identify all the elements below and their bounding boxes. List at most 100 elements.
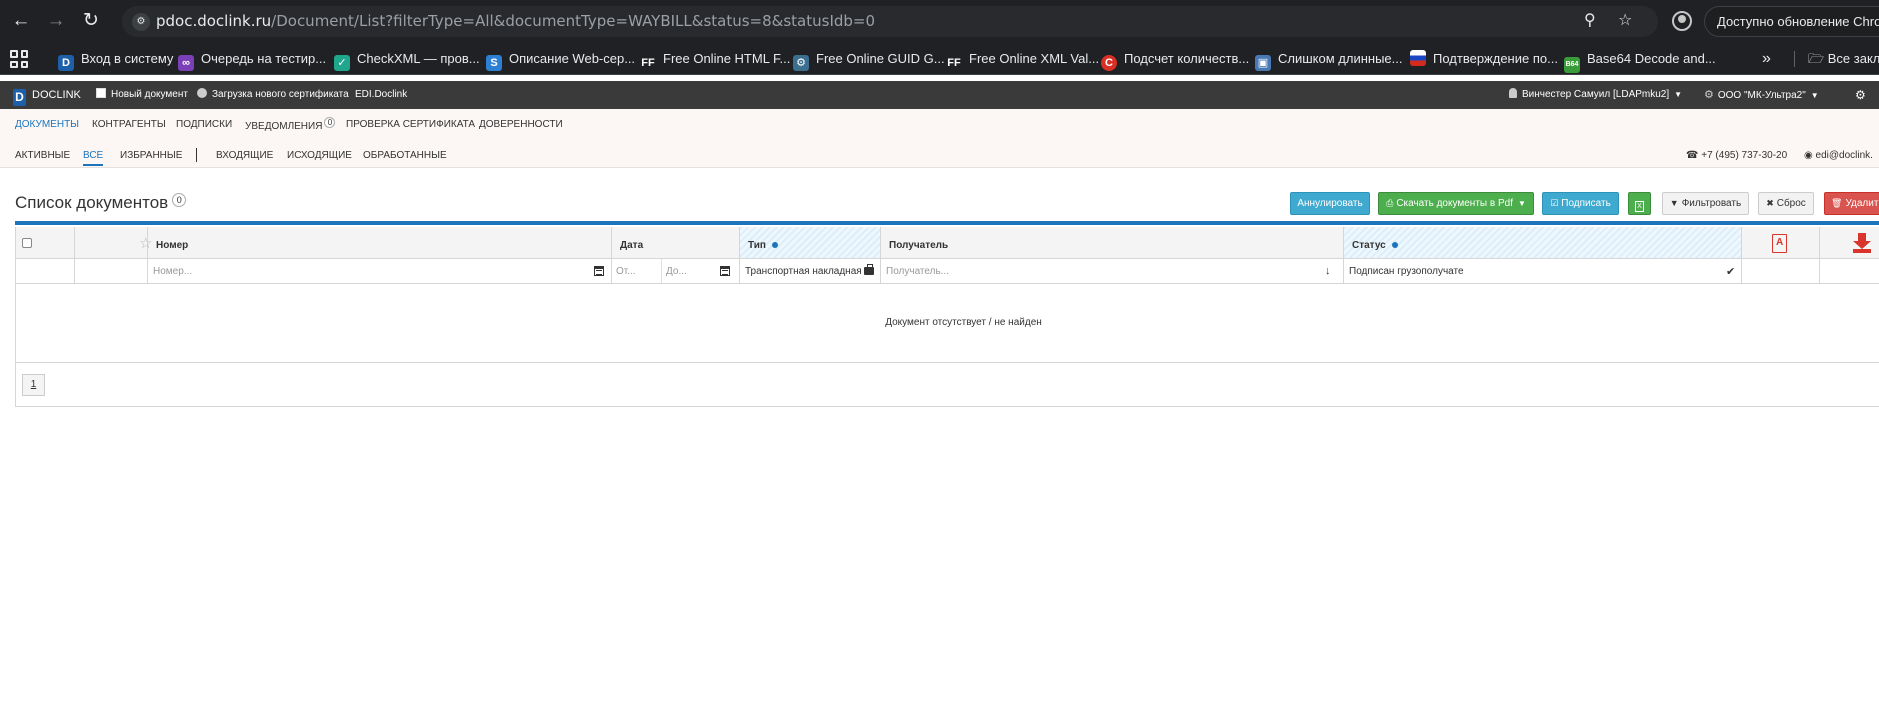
filter-cell-empty — [1820, 259, 1879, 283]
nav-subscriptions[interactable]: ПОДПИСКИ — [176, 117, 232, 133]
phone-icon: ☎ — [1686, 150, 1699, 161]
nav-check-certificate[interactable]: ПРОВЕРКА СЕРТИФИКАТА — [346, 117, 475, 133]
column-header-type[interactable]: Тип — [740, 227, 881, 258]
sign-button[interactable]: ☑ Подписать — [1542, 192, 1619, 215]
checkmark-icon[interactable]: ✔ — [1726, 265, 1735, 278]
bookmark-item[interactable]: D Вход в систему — [58, 49, 173, 71]
certificate-icon — [197, 88, 207, 98]
reload-icon[interactable]: ↻ — [80, 10, 102, 32]
column-header-status[interactable]: Статус — [1344, 227, 1742, 258]
address-bar[interactable]: ⚙ pdoc.doclink.ru/Document/List?filterTy… — [122, 6, 1658, 37]
trash-icon: 🗑 — [1831, 198, 1843, 208]
user-menu[interactable]: Винчестер Самуил [LDAPmku2] ▼ — [1509, 86, 1682, 104]
filter-tab-active[interactable]: АКТИВНЫЕ — [15, 149, 70, 163]
nav-powers-of-attorney[interactable]: ДОВЕРЕННОСТИ — [479, 117, 563, 133]
forward-arrow-icon[interactable]: → — [45, 10, 67, 32]
russia-flag-icon — [1410, 50, 1426, 66]
nav-documents[interactable]: ДОКУМЕНТЫ — [15, 117, 79, 133]
annul-button[interactable]: Аннулировать — [1290, 192, 1370, 215]
all-bookmarks-folder[interactable]: 🗁 Все закл — [1808, 49, 1879, 69]
bookmark-item[interactable]: B64 Base64 Decode and... — [1564, 49, 1716, 73]
page-number-button[interactable]: 1 — [22, 374, 45, 396]
bookmark-item[interactable]: ▣ Слишком длинные... — [1255, 49, 1402, 71]
filter-cell-empty — [1742, 259, 1820, 283]
zoom-icon[interactable]: ⚲ — [1584, 11, 1596, 31]
bookmark-item[interactable]: Подтверждение по... — [1410, 49, 1558, 69]
column-header-date[interactable]: Дата — [612, 227, 740, 258]
column-header-number[interactable]: Номер — [148, 227, 612, 258]
download-pdf-button[interactable]: ⎙ Скачать документы в Pdf ▼ — [1378, 192, 1534, 215]
url-text[interactable]: pdoc.doclink.ru/Document/List?filterType… — [156, 12, 875, 30]
edi-doclink-link[interactable]: EDI.Doclink — [355, 86, 407, 104]
profile-icon[interactable] — [1672, 11, 1692, 31]
download-header-cell — [1820, 227, 1879, 258]
organization-menu[interactable]: ⚙ ООО "МК-Ультра2" ▼ — [1704, 86, 1819, 105]
bookmarks-divider — [1794, 51, 1795, 67]
favorite-header-cell: ☆ — [75, 227, 152, 258]
filter-tab-all[interactable]: ВСЕ — [83, 149, 104, 166]
app-topbar: D DOCLINK Новый документ Загрузка нового … — [0, 81, 1879, 109]
bookmark-star-icon[interactable]: ☆ — [1618, 11, 1632, 31]
bookmarks-bar: D Вход в систему ∞ Очередь на тестир... ✓ C… — [0, 43, 1879, 75]
support-email[interactable]: ◉ edi@doclink. — [1804, 149, 1873, 163]
bookmark-item[interactable]: ⚙ Free Online GUID G... — [793, 49, 945, 71]
bookmark-item[interactable]: S Описание Web-сер... — [486, 49, 635, 71]
select-all-cell — [16, 227, 75, 258]
document-icon — [96, 88, 106, 98]
copyright-icon: C — [1101, 55, 1117, 71]
filter-tab-processed[interactable]: ОБРАБОТАННЫЕ — [363, 149, 447, 163]
doclink-logo-icon: D — [13, 89, 26, 106]
new-document-link[interactable]: Новый документ — [96, 86, 188, 104]
notifications-count-badge: 0 — [324, 117, 336, 128]
delete-button[interactable]: 🗑Удалить — [1824, 192, 1879, 215]
site-info-icon[interactable]: ⚙ — [132, 13, 150, 31]
status-filter-select[interactable]: Подписан грузополучате ✔ — [1344, 259, 1742, 283]
calendar-icon[interactable] — [720, 266, 730, 276]
bookmark-item[interactable]: C Подсчет количеств... — [1101, 49, 1249, 71]
check-square-icon: ☑ — [1550, 198, 1559, 208]
bookmark-item[interactable]: ∞ Очередь на тестир... — [178, 49, 326, 71]
calendar-icon[interactable] — [594, 266, 604, 276]
caret-down-icon: ▼ — [1517, 199, 1526, 208]
export-excel-button[interactable]: X — [1628, 192, 1651, 215]
close-icon: ✖ — [1766, 198, 1774, 208]
tab-divider — [196, 148, 197, 162]
upload-certificate-link[interactable]: Загрузка нового сертификата — [197, 86, 349, 104]
number-filter-input[interactable]: Номер... — [148, 259, 612, 283]
nav-notifications[interactable]: УВЕДОМЛЕНИЯ 0 — [245, 117, 336, 135]
briefcase-icon[interactable] — [864, 264, 874, 275]
arrow-down-icon[interactable]: ↓ — [1325, 265, 1331, 277]
select-all-checkbox[interactable] — [22, 238, 32, 248]
reset-button[interactable]: ✖ Сброс — [1758, 192, 1814, 215]
apps-grid-icon[interactable] — [10, 50, 28, 68]
brand-logo[interactable]: D DOCLINK — [13, 86, 81, 106]
chevron-right-icon[interactable]: » — [1762, 49, 1771, 69]
filter-tab-outgoing[interactable]: ИСХОДЯЩИЕ — [287, 149, 352, 163]
bookmark-item[interactable]: FF Free Online HTML F... — [640, 49, 790, 71]
date-to-input[interactable]: До... — [666, 266, 687, 277]
sort-indicator-icon — [771, 242, 778, 248]
bookmark-item[interactable]: FF Free Online XML Val... — [946, 49, 1099, 71]
pdf-icon[interactable] — [1772, 234, 1787, 253]
caret-down-icon: ▼ — [1810, 91, 1819, 100]
filter-tab-favorites[interactable]: ИЗБРАННЫЕ — [120, 149, 182, 163]
main-navigation: ДОКУМЕНТЫ КОНТРАГЕНТЫ ПОДПИСКИ УВЕДОМЛЕН… — [0, 109, 1879, 168]
checkxml-icon: ✓ — [334, 55, 350, 71]
filter-tab-incoming[interactable]: ВХОДЯЩИЕ — [216, 149, 273, 163]
browser-toolbar: ← → ↻ ⚙ pdoc.doclink.ru/Document/List?fi… — [0, 0, 1879, 43]
bookmark-item[interactable]: ✓ CheckXML — пров... — [334, 49, 480, 71]
header-rule — [15, 221, 1879, 225]
nav-contractors[interactable]: КОНТРАГЕНТЫ — [92, 117, 166, 133]
recipient-filter-input[interactable]: Получатель... ↓ — [881, 259, 1344, 283]
chrome-update-button[interactable]: Доступно обновление Chrome — [1704, 6, 1879, 37]
base64-icon: B64 — [1564, 57, 1580, 73]
pager-divider — [16, 362, 1879, 363]
back-arrow-icon[interactable]: ← — [10, 10, 32, 32]
type-filter-select[interactable]: Транспортная накладная — [740, 259, 881, 283]
visual-studio-icon: ∞ — [178, 55, 194, 71]
settings-gear-icon[interactable]: ⚙ — [1855, 86, 1866, 104]
column-header-recipient[interactable]: Получатель — [881, 227, 1344, 258]
date-from-input[interactable]: От... — [616, 266, 636, 277]
download-icon[interactable] — [1853, 233, 1871, 253]
filter-button[interactable]: ▼ Фильтровать — [1662, 192, 1749, 215]
